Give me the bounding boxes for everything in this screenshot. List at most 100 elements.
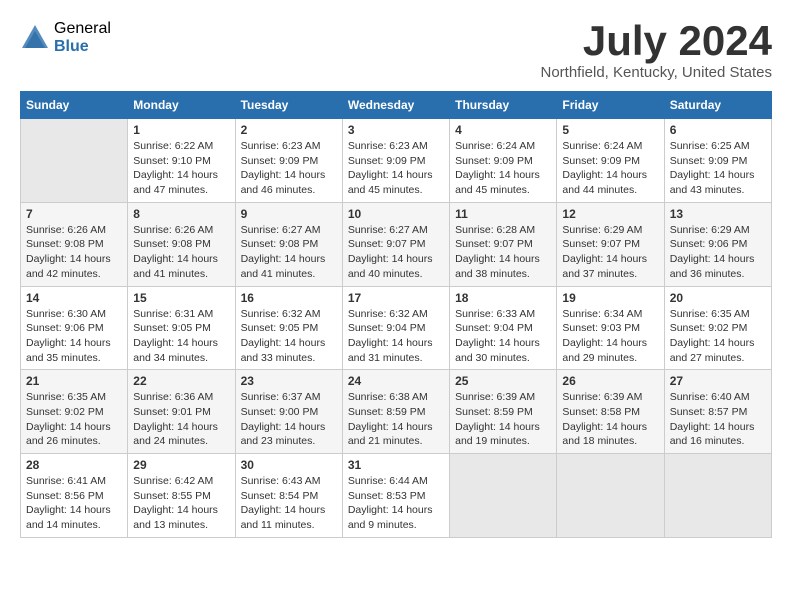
header-day-saturday: Saturday bbox=[664, 92, 771, 119]
day-number: 19 bbox=[562, 291, 658, 305]
calendar-cell: 14 Sunrise: 6:30 AM Sunset: 9:06 PM Dayli… bbox=[21, 286, 128, 370]
day-number: 5 bbox=[562, 123, 658, 137]
day-number: 10 bbox=[348, 207, 444, 221]
day-number: 30 bbox=[241, 458, 337, 472]
day-info: Sunrise: 6:32 AM Sunset: 9:05 PM Dayligh… bbox=[241, 307, 337, 366]
calendar-cell: 7Sunrise: 6:26 AM Sunset: 9:08 PM Daylig… bbox=[21, 202, 128, 286]
calendar-cell: 2 Sunrise: 6:23 AM Sunset: 9:09 PM Daylig… bbox=[235, 119, 342, 203]
day-info: Sunrise: 6:23 AM Sunset: 9:09 PM Dayligh… bbox=[348, 139, 444, 198]
calendar-cell: 15Sunrise: 6:31 AM Sunset: 9:05 PM Dayli… bbox=[128, 286, 235, 370]
calendar-cell: 24 Sunrise: 6:38 AM Sunset: 8:59 PM Dayli… bbox=[342, 370, 449, 454]
day-info: Sunrise: 6:22 AM Sunset: 9:10 PM Dayligh… bbox=[133, 139, 229, 198]
calendar-cell: 25 Sunrise: 6:39 AM Sunset: 8:59 PM Dayli… bbox=[450, 370, 557, 454]
logo: General Blue bbox=[20, 20, 111, 55]
calendar-cell: 11 Sunrise: 6:28 AM Sunset: 9:07 PM Dayli… bbox=[450, 202, 557, 286]
day-number: 15 bbox=[133, 291, 229, 305]
calendar-cell: 3 Sunrise: 6:23 AM Sunset: 9:09 PM Daylig… bbox=[342, 119, 449, 203]
calendar-cell: 12 Sunrise: 6:29 AM Sunset: 9:07 PM Dayli… bbox=[557, 202, 664, 286]
calendar-cell: 9 Sunrise: 6:27 AM Sunset: 9:08 PM Daylig… bbox=[235, 202, 342, 286]
day-number: 27 bbox=[670, 374, 766, 388]
header-row: SundayMondayTuesdayWednesdayThursdayFrid… bbox=[21, 92, 772, 119]
day-info: Sunrise: 6:41 AM Sunset: 8:56 PM Dayligh… bbox=[26, 474, 122, 533]
day-number: 18 bbox=[455, 291, 551, 305]
day-info: Sunrise: 6:30 AM Sunset: 9:06 PM Dayligh… bbox=[26, 307, 122, 366]
day-info: Sunrise: 6:37 AM Sunset: 9:00 PM Dayligh… bbox=[241, 390, 337, 449]
calendar-cell: 8 Sunrise: 6:26 AM Sunset: 9:08 PM Daylig… bbox=[128, 202, 235, 286]
day-number: 21 bbox=[26, 374, 122, 388]
header-day-wednesday: Wednesday bbox=[342, 92, 449, 119]
day-number: 2 bbox=[241, 123, 337, 137]
calendar-cell bbox=[21, 119, 128, 203]
day-info: Sunrise: 6:26 AM Sunset: 9:08 PM Dayligh… bbox=[133, 223, 229, 282]
day-info: Sunrise: 6:44 AM Sunset: 8:53 PM Dayligh… bbox=[348, 474, 444, 533]
day-info: Sunrise: 6:34 AM Sunset: 9:03 PM Dayligh… bbox=[562, 307, 658, 366]
day-number: 1 bbox=[133, 123, 229, 137]
calendar-cell: 22 Sunrise: 6:36 AM Sunset: 9:01 PM Dayli… bbox=[128, 370, 235, 454]
day-number: 4 bbox=[455, 123, 551, 137]
day-info: Sunrise: 6:36 AM Sunset: 9:01 PM Dayligh… bbox=[133, 390, 229, 449]
calendar-week-3: 14 Sunrise: 6:30 AM Sunset: 9:06 PM Dayli… bbox=[21, 286, 772, 370]
day-number: 20 bbox=[670, 291, 766, 305]
calendar-cell: 23 Sunrise: 6:37 AM Sunset: 9:00 PM Dayli… bbox=[235, 370, 342, 454]
day-info: Sunrise: 6:27 AM Sunset: 9:08 PM Dayligh… bbox=[241, 223, 337, 282]
calendar-week-2: 7Sunrise: 6:26 AM Sunset: 9:08 PM Daylig… bbox=[21, 202, 772, 286]
calendar-cell bbox=[450, 454, 557, 538]
day-number: 25 bbox=[455, 374, 551, 388]
day-info: Sunrise: 6:28 AM Sunset: 9:07 PM Dayligh… bbox=[455, 223, 551, 282]
header-day-friday: Friday bbox=[557, 92, 664, 119]
calendar-week-4: 21 Sunrise: 6:35 AM Sunset: 9:02 PM Dayli… bbox=[21, 370, 772, 454]
calendar-body: 1 Sunrise: 6:22 AM Sunset: 9:10 PM Daylig… bbox=[21, 119, 772, 538]
day-info: Sunrise: 6:38 AM Sunset: 8:59 PM Dayligh… bbox=[348, 390, 444, 449]
day-number: 29 bbox=[133, 458, 229, 472]
day-number: 13 bbox=[670, 207, 766, 221]
header-day-monday: Monday bbox=[128, 92, 235, 119]
day-info: Sunrise: 6:43 AM Sunset: 8:54 PM Dayligh… bbox=[241, 474, 337, 533]
calendar-cell: 1 Sunrise: 6:22 AM Sunset: 9:10 PM Daylig… bbox=[128, 119, 235, 203]
day-number: 3 bbox=[348, 123, 444, 137]
day-info: Sunrise: 6:29 AM Sunset: 9:07 PM Dayligh… bbox=[562, 223, 658, 282]
page-header: General Blue July 2024 Northfield, Kentu… bbox=[20, 20, 772, 81]
day-number: 31 bbox=[348, 458, 444, 472]
calendar-cell: 19 Sunrise: 6:34 AM Sunset: 9:03 PM Dayli… bbox=[557, 286, 664, 370]
day-number: 22 bbox=[133, 374, 229, 388]
day-number: 24 bbox=[348, 374, 444, 388]
day-info: Sunrise: 6:35 AM Sunset: 9:02 PM Dayligh… bbox=[26, 390, 122, 449]
day-number: 28 bbox=[26, 458, 122, 472]
calendar-week-1: 1 Sunrise: 6:22 AM Sunset: 9:10 PM Daylig… bbox=[21, 119, 772, 203]
calendar-cell: 6 Sunrise: 6:25 AM Sunset: 9:09 PM Daylig… bbox=[664, 119, 771, 203]
day-number: 8 bbox=[133, 207, 229, 221]
day-info: Sunrise: 6:40 AM Sunset: 8:57 PM Dayligh… bbox=[670, 390, 766, 449]
day-info: Sunrise: 6:24 AM Sunset: 9:09 PM Dayligh… bbox=[562, 139, 658, 198]
day-info: Sunrise: 6:26 AM Sunset: 9:08 PM Dayligh… bbox=[26, 223, 122, 282]
calendar-cell: 17Sunrise: 6:32 AM Sunset: 9:04 PM Dayli… bbox=[342, 286, 449, 370]
day-info: Sunrise: 6:23 AM Sunset: 9:09 PM Dayligh… bbox=[241, 139, 337, 198]
calendar-cell: 31 Sunrise: 6:44 AM Sunset: 8:53 PM Dayli… bbox=[342, 454, 449, 538]
day-info: Sunrise: 6:42 AM Sunset: 8:55 PM Dayligh… bbox=[133, 474, 229, 533]
day-info: Sunrise: 6:25 AM Sunset: 9:09 PM Dayligh… bbox=[670, 139, 766, 198]
calendar-cell: 21 Sunrise: 6:35 AM Sunset: 9:02 PM Dayli… bbox=[21, 370, 128, 454]
day-number: 16 bbox=[241, 291, 337, 305]
page-title: July 2024 bbox=[540, 20, 772, 62]
day-number: 26 bbox=[562, 374, 658, 388]
day-info: Sunrise: 6:29 AM Sunset: 9:06 PM Dayligh… bbox=[670, 223, 766, 282]
location-subtitle: Northfield, Kentucky, United States bbox=[540, 64, 772, 81]
day-number: 23 bbox=[241, 374, 337, 388]
calendar-cell bbox=[664, 454, 771, 538]
day-info: Sunrise: 6:33 AM Sunset: 9:04 PM Dayligh… bbox=[455, 307, 551, 366]
day-info: Sunrise: 6:27 AM Sunset: 9:07 PM Dayligh… bbox=[348, 223, 444, 282]
calendar-cell: 10 Sunrise: 6:27 AM Sunset: 9:07 PM Dayli… bbox=[342, 202, 449, 286]
calendar-cell: 26Sunrise: 6:39 AM Sunset: 8:58 PM Dayli… bbox=[557, 370, 664, 454]
day-number: 11 bbox=[455, 207, 551, 221]
logo-icon bbox=[20, 23, 50, 53]
header-day-thursday: Thursday bbox=[450, 92, 557, 119]
calendar-cell bbox=[557, 454, 664, 538]
day-number: 6 bbox=[670, 123, 766, 137]
day-number: 14 bbox=[26, 291, 122, 305]
calendar-cell: 29 Sunrise: 6:42 AM Sunset: 8:55 PM Dayli… bbox=[128, 454, 235, 538]
title-block: July 2024 Northfield, Kentucky, United S… bbox=[540, 20, 772, 81]
day-info: Sunrise: 6:39 AM Sunset: 8:59 PM Dayligh… bbox=[455, 390, 551, 449]
calendar-table: SundayMondayTuesdayWednesdayThursdayFrid… bbox=[20, 91, 772, 538]
day-number: 9 bbox=[241, 207, 337, 221]
calendar-cell: 13 Sunrise: 6:29 AM Sunset: 9:06 PM Dayli… bbox=[664, 202, 771, 286]
day-number: 12 bbox=[562, 207, 658, 221]
